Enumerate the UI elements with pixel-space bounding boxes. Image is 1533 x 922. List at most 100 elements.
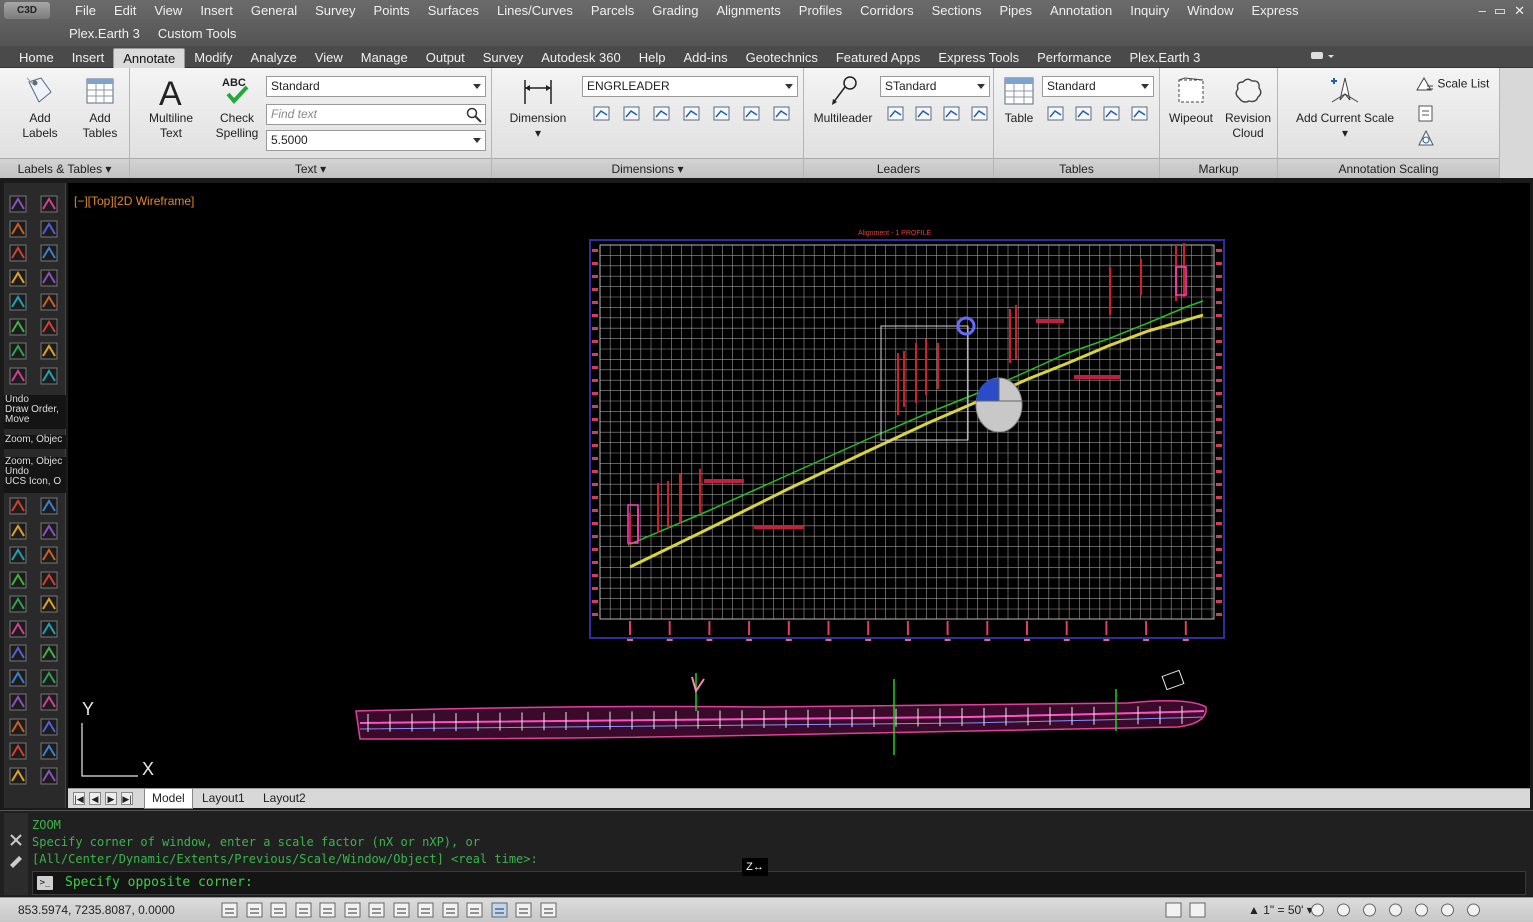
right-lower-tool-9-icon[interactable] bbox=[37, 691, 61, 713]
left-lower-tool-6-icon[interactable] bbox=[6, 618, 30, 640]
collect-leaders-icon[interactable] bbox=[968, 102, 990, 124]
menu-custom-tools[interactable]: Custom Tools bbox=[149, 25, 246, 45]
object-snap-tracking-icon[interactable] bbox=[392, 901, 411, 919]
right-lower-tool-7-icon[interactable] bbox=[37, 642, 61, 664]
menu-sections[interactable]: Sections bbox=[923, 2, 991, 22]
profile-view[interactable]: Alignment - 1 PROFILE bbox=[589, 230, 1225, 641]
command-window-handle[interactable] bbox=[4, 813, 28, 895]
tab-insert[interactable]: Insert bbox=[63, 48, 114, 68]
tab-output[interactable]: Output bbox=[417, 48, 474, 68]
tab-modify[interactable]: Modify bbox=[185, 48, 241, 68]
table-export-icon[interactable] bbox=[1128, 102, 1150, 124]
table-extract-icon[interactable] bbox=[1044, 102, 1066, 124]
tab-annotate[interactable]: Annotate bbox=[113, 48, 186, 68]
left-lower-tool-7-icon[interactable] bbox=[6, 642, 30, 664]
dim-jog-icon[interactable] bbox=[770, 102, 792, 124]
left-tool-5-icon[interactable] bbox=[6, 291, 30, 313]
object-snap-icon[interactable] bbox=[343, 901, 362, 919]
3d-osnap-icon[interactable] bbox=[367, 901, 386, 919]
tab-performance[interactable]: Performance bbox=[1028, 48, 1120, 68]
left-tool-1-icon[interactable] bbox=[6, 193, 30, 215]
dimension-button[interactable]: Dimension ▾ bbox=[502, 74, 574, 141]
menu-edit[interactable]: Edit bbox=[105, 2, 145, 22]
menu-surfaces[interactable]: Surfaces bbox=[419, 2, 488, 22]
ribbon-options-icon[interactable] bbox=[1310, 50, 1338, 62]
right-lower-tool-1-icon[interactable] bbox=[37, 495, 61, 517]
align-leaders-icon[interactable] bbox=[940, 102, 962, 124]
add-labels-button[interactable]: Add Labels bbox=[16, 74, 64, 141]
lock-ui-icon[interactable] bbox=[1386, 901, 1405, 919]
dim-adjust-icon[interactable] bbox=[710, 102, 732, 124]
tab-survey[interactable]: Survey bbox=[474, 48, 532, 68]
table-button[interactable]: Table bbox=[998, 74, 1040, 126]
next-layout-button[interactable]: ▶ bbox=[105, 792, 117, 805]
left-lower-tool-12-icon[interactable] bbox=[6, 765, 30, 787]
grid-display-icon[interactable] bbox=[269, 901, 288, 919]
tab-model[interactable]: Model bbox=[144, 789, 193, 809]
tab-analyze[interactable]: Analyze bbox=[242, 48, 306, 68]
quick-properties-icon[interactable] bbox=[514, 901, 533, 919]
menu-points[interactable]: Points bbox=[365, 2, 419, 22]
close-button[interactable]: ✕ bbox=[1514, 3, 1525, 19]
add-delete-scales-icon[interactable] bbox=[1414, 102, 1436, 124]
menu-general[interactable]: General bbox=[242, 2, 306, 22]
right-lower-tool-6-icon[interactable] bbox=[37, 618, 61, 640]
right-lower-tool-12-icon[interactable] bbox=[37, 765, 61, 787]
panel-title-text[interactable]: Text ▾ bbox=[130, 158, 491, 178]
left-tool-2-icon[interactable] bbox=[6, 218, 30, 240]
right-lower-tool-4-icon[interactable] bbox=[37, 569, 61, 591]
menu-annotation[interactable]: Annotation bbox=[1041, 2, 1121, 22]
menu-express[interactable]: Express bbox=[1242, 2, 1307, 22]
transparency-icon[interactable] bbox=[490, 901, 509, 919]
annotation-scale-readout[interactable]: ▲ 1" = 50' ▾ bbox=[1248, 903, 1313, 917]
panel-title-markup[interactable]: Markup bbox=[1160, 158, 1277, 178]
tab-layout2[interactable]: Layout2 bbox=[256, 789, 313, 809]
menu-survey[interactable]: Survey bbox=[306, 2, 364, 22]
drawing-viewport[interactable]: [−][Top][2D Wireframe] Alignment - 1 PRO… bbox=[68, 183, 1530, 788]
menu-grading[interactable]: Grading bbox=[643, 2, 707, 22]
last-layout-button[interactable]: ▶| bbox=[121, 792, 133, 805]
panel-title-annotation-scaling[interactable]: Annotation Scaling bbox=[1278, 158, 1499, 178]
left-tool-8-icon[interactable] bbox=[6, 365, 30, 387]
snap-mode-icon[interactable] bbox=[245, 901, 264, 919]
dynamic-ucs-icon[interactable] bbox=[416, 901, 435, 919]
ortho-mode-icon[interactable] bbox=[294, 901, 313, 919]
multileader-style-dropdown[interactable]: STandard bbox=[880, 76, 990, 97]
model-space-icon[interactable] bbox=[1164, 901, 1183, 919]
menu-file[interactable]: File bbox=[66, 2, 105, 22]
prev-layout-button[interactable]: ◀ bbox=[89, 792, 101, 805]
text-height-dropdown[interactable]: 5.5000 bbox=[266, 130, 486, 151]
hardware-acceleration-icon[interactable] bbox=[1412, 901, 1431, 919]
infer-constraints-icon[interactable] bbox=[220, 901, 239, 919]
restore-button[interactable]: ▭ bbox=[1494, 3, 1506, 19]
scale-list-button[interactable]: Scale List bbox=[1414, 76, 1489, 93]
remove-leader-icon[interactable] bbox=[912, 102, 934, 124]
workspace-switching-icon[interactable] bbox=[1360, 901, 1379, 919]
sync-scale-positions-icon[interactable] bbox=[1414, 126, 1436, 148]
menu-inquiry[interactable]: Inquiry bbox=[1121, 2, 1178, 22]
history-entry-2[interactable]: Zoom, Objec bbox=[4, 435, 66, 449]
dim-inspect-icon[interactable] bbox=[740, 102, 762, 124]
right-tool-7-icon[interactable] bbox=[37, 340, 61, 362]
add-current-scale-button[interactable]: Add Current Scale ▾ bbox=[1288, 74, 1402, 141]
tab-help[interactable]: Help bbox=[630, 48, 675, 68]
panel-title-labels-tables[interactable]: Labels & Tables ▾ bbox=[0, 158, 129, 178]
right-tool-6-icon[interactable] bbox=[37, 316, 61, 338]
left-lower-tool-1-icon[interactable] bbox=[6, 495, 30, 517]
tab-layout1[interactable]: Layout1 bbox=[195, 789, 252, 809]
menu-window[interactable]: Window bbox=[1178, 2, 1242, 22]
table-update-icon[interactable] bbox=[1100, 102, 1122, 124]
menu-parcels[interactable]: Parcels bbox=[582, 2, 643, 22]
application-menu-button[interactable]: C3D bbox=[4, 2, 50, 19]
minimize-button[interactable]: – bbox=[1479, 3, 1486, 19]
find-text-input[interactable]: Find text bbox=[266, 104, 486, 125]
left-lower-tool-2-icon[interactable] bbox=[6, 520, 30, 542]
multileader-button[interactable]: Multileader bbox=[808, 74, 878, 126]
find-replace-icon[interactable] bbox=[465, 106, 483, 123]
left-tool-7-icon[interactable] bbox=[6, 340, 30, 362]
panel-title-dimensions[interactable]: Dimensions ▾ bbox=[492, 158, 803, 178]
table-style-dropdown[interactable]: Standard bbox=[1042, 76, 1154, 97]
history-entry-1[interactable]: Undo Draw Order, Move bbox=[4, 395, 66, 429]
left-lower-tool-9-icon[interactable] bbox=[6, 691, 30, 713]
left-lower-tool-8-icon[interactable] bbox=[6, 667, 30, 689]
